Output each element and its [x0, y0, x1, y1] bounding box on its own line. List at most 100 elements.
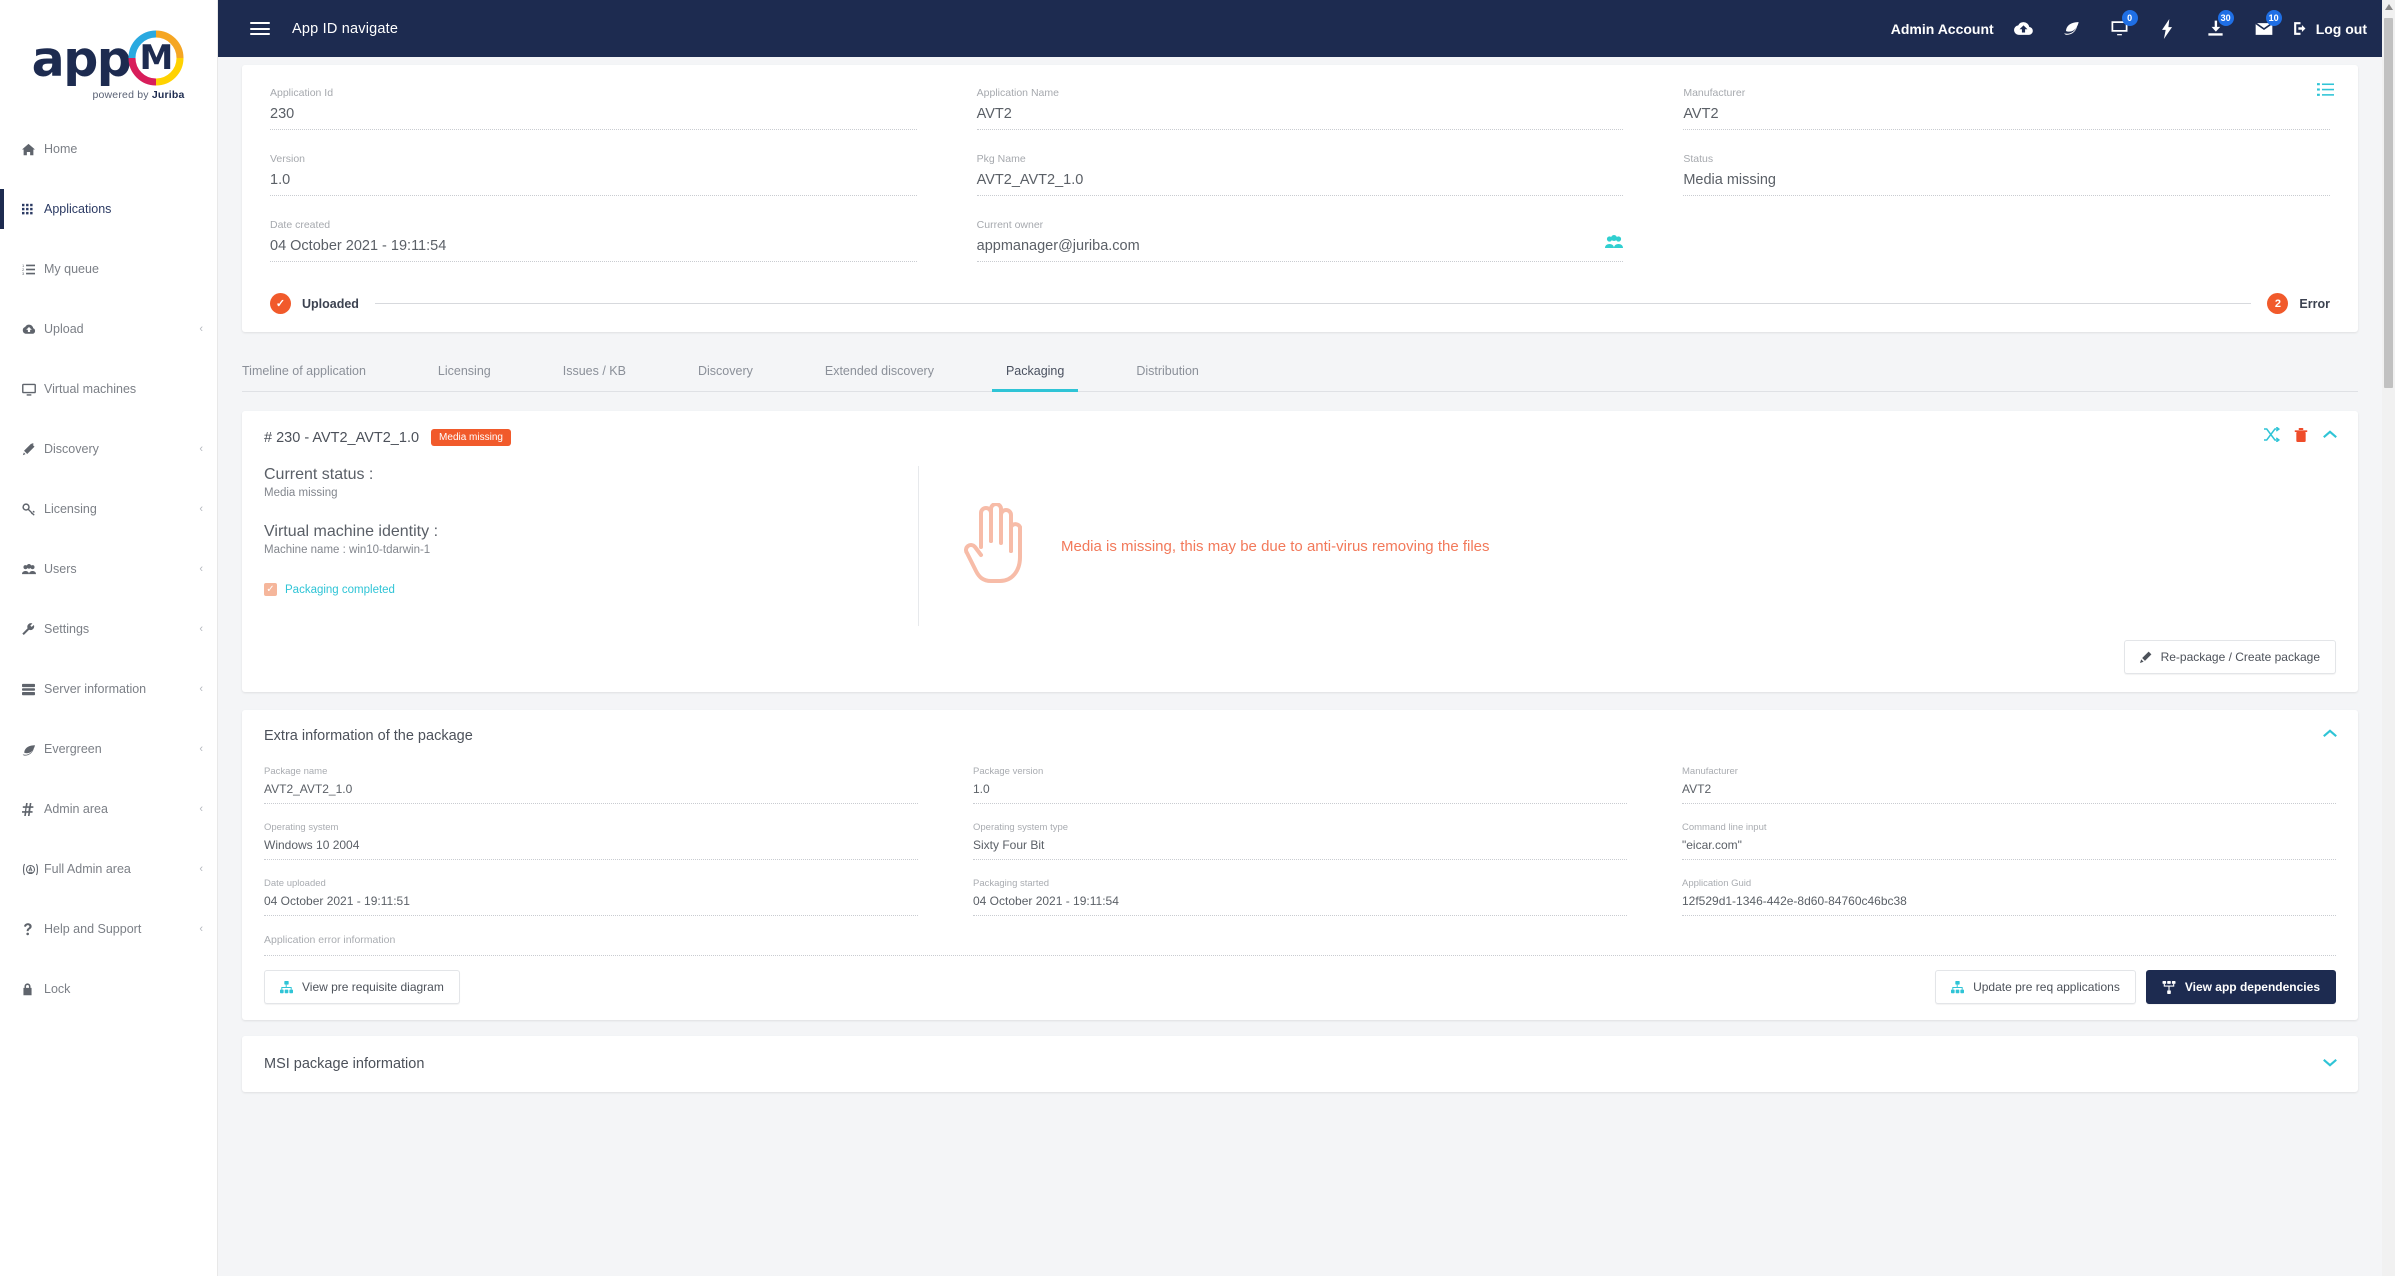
chevron-left-icon[interactable]: ‹ — [199, 923, 217, 935]
sitemap-icon — [1951, 980, 1965, 993]
sidebar-item-label: My queue — [44, 262, 99, 276]
sidebar-item-server-information[interactable]: Server information ‹ — [0, 674, 217, 704]
collapse-chevron-up-icon[interactable] — [2322, 427, 2338, 448]
sidebar-item-discovery[interactable]: Discovery ‹ — [0, 434, 217, 464]
logout-button[interactable]: Log out — [2292, 20, 2367, 37]
status-stepper: ✓ Uploaded 2 Error — [270, 293, 2330, 314]
sidebar-item-help-and-support[interactable]: Help and Support ‹ — [0, 914, 217, 944]
sidebar-item-virtual-machines[interactable]: Virtual machines — [0, 374, 217, 404]
envelope-icon[interactable]: 10 — [2240, 9, 2288, 49]
stepper-step-error: 2 Error — [2267, 293, 2330, 314]
extra-collapse-chevron-up-icon[interactable] — [2322, 726, 2338, 744]
cloud-upload-icon[interactable] — [2000, 9, 2048, 49]
envelope-badge: 10 — [2265, 9, 2282, 26]
field-label: Version — [270, 153, 306, 165]
bolt-icon[interactable] — [2144, 9, 2192, 49]
sidebar-item-my-queue[interactable]: 1 2 3 My queue — [0, 254, 217, 284]
field-value: AVT2 — [976, 106, 1624, 130]
sidebar-item-home[interactable]: Home — [0, 134, 217, 164]
summary-field-version[interactable]: Version 1.0 — [270, 153, 917, 196]
tab-extended-discovery[interactable]: Extended discovery — [825, 354, 934, 391]
chevron-left-icon[interactable]: ‹ — [199, 683, 217, 695]
chevron-left-icon[interactable]: ‹ — [199, 323, 217, 335]
repackage-button[interactable]: Re-package / Create package — [2123, 640, 2336, 674]
account-name[interactable]: Admin Account — [1891, 21, 1994, 37]
chevron-left-icon[interactable]: ‹ — [199, 863, 217, 875]
main-content: Application Id 230 Application Name AVT2 Man… — [218, 57, 2382, 1276]
magic-wand-icon — [22, 442, 44, 456]
summary-field-pkg-name[interactable]: Pkg Name AVT2_AVT2_1.0 — [976, 153, 1624, 196]
application-error-information-field[interactable]: Application error information — [264, 934, 2336, 956]
chevron-left-icon[interactable]: ‹ — [199, 503, 217, 515]
tab-discovery[interactable]: Discovery — [698, 354, 753, 391]
stepper-step-uploaded: ✓ Uploaded — [270, 293, 359, 314]
msi-expand-chevron-down-icon[interactable] — [2322, 1055, 2338, 1073]
extra-field-manufacturer[interactable]: Manufacturer AVT2 — [1682, 766, 2336, 804]
leaf-icon[interactable] — [2048, 9, 2096, 49]
summary-fields: Application Id 230 Application Name AVT2 Man… — [270, 87, 2330, 285]
tab-issues-kb[interactable]: Issues / KB — [563, 354, 626, 391]
tab-licensing[interactable]: Licensing — [438, 354, 491, 391]
monitor-icon[interactable]: 0 — [2096, 9, 2144, 49]
msi-package-information-card[interactable]: MSI package information — [242, 1036, 2358, 1092]
sidebar-item-applications[interactable]: Applications — [0, 189, 217, 229]
owner-users-icon[interactable] — [1605, 235, 1624, 254]
sidebar-item-full-admin-area[interactable]: Full Admin area ‹ — [0, 854, 217, 884]
extra-field-package-name[interactable]: Package name AVT2_AVT2_1.0 — [264, 766, 918, 804]
hash-icon — [22, 802, 44, 816]
logo-tagline-brand: Juriba — [151, 89, 185, 101]
summary-field-application-name[interactable]: Application Name AVT2 — [976, 87, 1624, 130]
download-icon[interactable]: 30 — [2192, 9, 2240, 49]
chevron-left-icon[interactable]: ‹ — [199, 743, 217, 755]
sidebar-item-evergreen[interactable]: Evergreen ‹ — [0, 734, 217, 764]
tab-packaging[interactable]: Packaging — [991, 354, 1079, 392]
list-ol-icon: 123 — [22, 263, 44, 276]
field-value: AVT2 — [1683, 106, 2330, 130]
extra-field-operating-system[interactable]: Operating system Windows 10 2004 — [264, 822, 918, 860]
field-label: Application Guid — [1682, 878, 1752, 889]
summary-field-date-created[interactable]: Date created 04 October 2021 - 19:11:54 — [270, 219, 917, 262]
field-value: Sixty Four Bit — [973, 838, 1627, 860]
sidebar-item-lock[interactable]: Lock — [0, 974, 217, 1004]
sidebar-item-upload[interactable]: Upload ‹ — [0, 314, 217, 344]
tab-distribution[interactable]: Distribution — [1136, 354, 1199, 391]
tab-timeline-of-application[interactable]: Timeline of application — [242, 354, 366, 391]
summary-field-status[interactable]: Status Media missing — [1683, 153, 2330, 196]
sitemap-icon — [280, 980, 293, 993]
lock-icon — [22, 982, 44, 996]
scrollbar-thumb[interactable] — [2384, 18, 2393, 388]
field-label: Current owner — [976, 219, 1044, 231]
scroll-up-arrow-icon[interactable] — [2385, 4, 2393, 10]
extra-field-operating-system-type[interactable]: Operating system type Sixty Four Bit — [973, 822, 1627, 860]
summary-field-manufacturer[interactable]: Manufacturer AVT2 — [1683, 87, 2330, 130]
chevron-left-icon[interactable]: ‹ — [199, 803, 217, 815]
view-prerequisite-diagram-button[interactable]: View pre requisite diagram — [264, 970, 460, 1004]
sidebar-item-users[interactable]: Users ‹ — [0, 554, 217, 584]
sidebar-item-settings[interactable]: Settings ‹ — [0, 614, 217, 644]
menu-toggle-icon[interactable] — [250, 19, 270, 39]
page-scrollbar[interactable] — [2382, 0, 2395, 1276]
view-app-dependencies-button[interactable]: View app dependencies — [2145, 970, 2336, 1004]
chevron-left-icon[interactable]: ‹ — [199, 563, 217, 575]
cloud-upload-icon — [22, 323, 44, 336]
sidebar-item-admin-area[interactable]: Admin area ‹ — [0, 794, 217, 824]
extra-field-date-uploaded[interactable]: Date uploaded 04 October 2021 - 19:11:51 — [264, 878, 918, 916]
summary-field-application-id[interactable]: Application Id 230 — [270, 87, 917, 130]
update-prereq-applications-button[interactable]: Update pre req applications — [1935, 970, 2136, 1004]
app-logo[interactable]: app M powered by Juriba — [0, 0, 217, 130]
delete-icon[interactable] — [2294, 427, 2308, 448]
summary-field-current-owner[interactable]: Current owner appmanager@juriba.com — [976, 219, 1624, 262]
chevron-left-icon[interactable]: ‹ — [199, 623, 217, 635]
chevron-left-icon[interactable]: ‹ — [199, 443, 217, 455]
extra-field-application-guid[interactable]: Application Guid 12f529d1-1346-442e-8d60-… — [1682, 878, 2336, 916]
sidebar-item-licensing[interactable]: Licensing ‹ — [0, 494, 217, 524]
extra-field-command-line-input[interactable]: Command line input "eicar.com" — [1682, 822, 2336, 860]
field-label: Operating system — [264, 822, 339, 833]
extra-field-packaging-started[interactable]: Packaging started 04 October 2021 - 19:11… — [973, 878, 1627, 916]
extra-field-package-version[interactable]: Package version 1.0 — [973, 766, 1627, 804]
shuffle-icon[interactable] — [2263, 426, 2281, 448]
stepper-connector — [374, 303, 2252, 304]
